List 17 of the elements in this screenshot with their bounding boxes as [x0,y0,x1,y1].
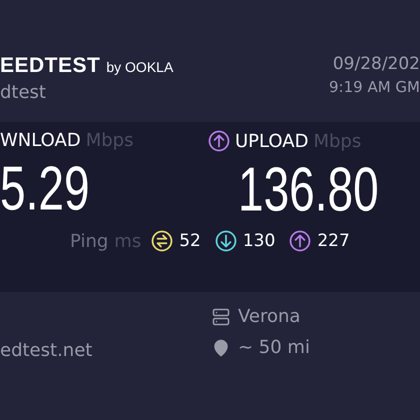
ping-value: 52 [179,231,201,251]
server-name: Verona [238,306,300,327]
download-label: WNLOAD [0,130,81,151]
upload-label: UPLOAD [235,130,308,152]
server-host: edtest.net [0,340,92,361]
download-speed: 5.29 [0,157,90,220]
speedtest-logo: EEDTEST by OOKLA [0,54,174,78]
upload-speed: 136.80 [238,158,379,220]
test-time: 9:19 AM GM [329,78,420,96]
server-icon [212,308,230,326]
ping-label: Ping [70,230,108,252]
subtitle: dtest [0,82,46,103]
test-date: 09/28/202 [332,54,420,74]
location-pin-icon [212,338,230,356]
ping-value: 130 [242,231,276,251]
server-distance: ~ 50 mi [238,337,310,358]
ping-value: 227 [317,231,350,251]
